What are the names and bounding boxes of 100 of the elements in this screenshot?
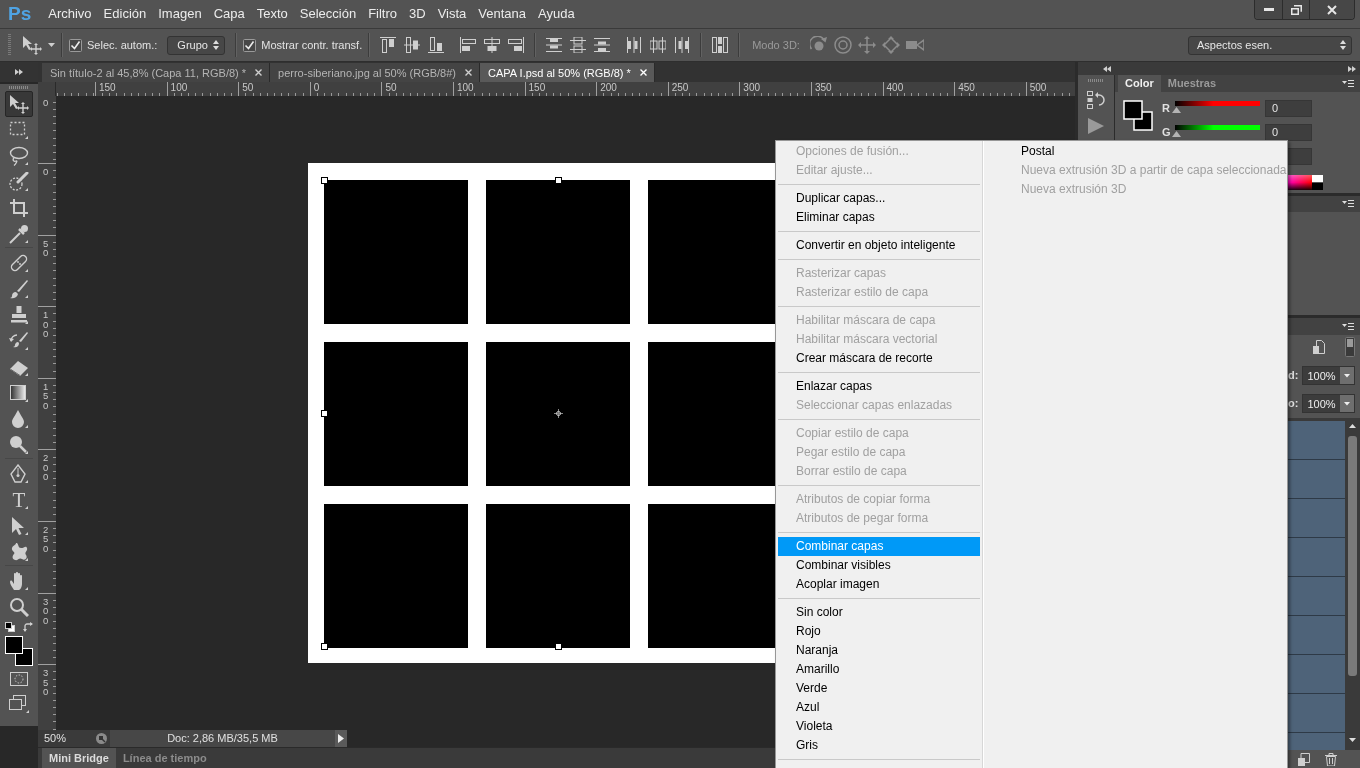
value-field[interactable]: 0 [1265,100,1312,117]
move-icon[interactable] [22,35,42,55]
align-icon[interactable] [404,37,421,53]
menu-item[interactable]: Acoplar imagen [778,575,980,594]
transform-handle[interactable] [321,643,328,650]
panel-menu-icon[interactable] [1342,79,1354,88]
arrow-button[interactable] [335,730,347,747]
panel-menu-icon[interactable] [1342,322,1354,331]
percent-field[interactable]: 100% [1302,366,1355,385]
trash-icon[interactable] [1325,752,1337,766]
menu-item[interactable]: 3D [403,4,432,24]
menu-item[interactable]: Convertir en objeto inteligente [778,236,980,255]
drop-icon [9,409,29,429]
panel-menu-icon[interactable] [1342,200,1354,208]
close-icon[interactable] [465,69,472,76]
align-icon[interactable] [508,37,525,53]
menu-item[interactable]: Imagen [152,4,208,24]
panel-tab[interactable]: Color [1118,75,1161,92]
distribute-icon[interactable] [546,37,563,53]
align-icon[interactable] [484,37,501,53]
menu-item[interactable]: Ventana [472,4,533,24]
channel-label: R [1162,101,1171,116]
ruler-label: 350 [814,82,832,93]
document-tab[interactable]: CAPA I.psd al 50% (RGB/8) * [480,63,655,82]
menu-item[interactable]: Enlazar capas [778,377,980,396]
menu-item[interactable]: Filtro [362,4,404,24]
tool-button[interactable]: T [5,487,33,513]
close-icon[interactable] [255,69,263,76]
distribute-icon[interactable] [650,37,667,53]
status-icon[interactable] [96,733,107,744]
menu-item[interactable]: Ayuda [532,4,581,24]
document-tab[interactable]: Sin título-2 al 45,8% (Capa 11, RGB/8) * [42,63,271,82]
distribute-icon[interactable] [674,37,691,53]
menu-item[interactable]: Sin color [778,603,980,622]
menu-item[interactable]: Combinar visibles [778,556,980,575]
menu-item[interactable]: Verde [778,679,980,698]
field-label: o: [1288,396,1299,411]
panel-tab[interactable]: Línea de tiempo [115,748,214,768]
menu-item[interactable]: Postal [1003,142,1287,161]
checkbox[interactable] [243,38,257,52]
menu-item[interactable]: Eliminar capas [778,208,980,227]
align-icon[interactable] [380,37,397,53]
menu-item[interactable]: Capa [207,4,251,24]
close-button[interactable] [1309,0,1354,19]
auto-align-icon[interactable] [712,37,729,53]
align-icon[interactable] [460,37,477,53]
panel-tab[interactable]: Muestras [1160,75,1224,92]
restore-button[interactable] [1282,0,1309,19]
expand-icon[interactable] [15,69,23,75]
menu-item[interactable]: Edición [97,4,153,24]
menu-item[interactable]: Violeta [778,717,980,736]
menu-item[interactable]: Rojo [778,622,980,641]
arrow-down-icon[interactable] [1349,738,1356,742]
transform-handle[interactable] [321,177,328,184]
transform-handle[interactable] [321,410,328,417]
screen-mode-icon[interactable] [9,695,29,713]
transform-handle[interactable] [555,177,562,184]
tool-button[interactable] [5,91,33,117]
workspace-dropdown[interactable]: Aspectos esen. [1188,35,1352,55]
default-colors-icon[interactable] [5,622,15,632]
caret-icon[interactable] [48,43,55,47]
menu-item[interactable]: Archivo [42,4,98,24]
collapse-icon[interactable] [1103,65,1111,72]
menu-item[interactable]: Azul [778,698,980,717]
align-icon[interactable] [428,37,445,53]
page-icon[interactable] [1313,340,1325,354]
percent-field[interactable]: 100% [1302,394,1355,413]
transform-handle[interactable] [555,643,562,650]
swap-arrows-icon[interactable] [23,622,33,632]
new-page-icon[interactable] [1298,752,1310,766]
checkbox[interactable] [69,38,82,52]
slider-thumb[interactable] [1172,131,1181,137]
group-dropdown[interactable]: Grupo [167,35,226,55]
menu-item[interactable]: Naranja [778,641,980,660]
distribute-icon[interactable] [626,37,643,53]
slider-thumb[interactable] [1172,107,1181,113]
distribute-icon[interactable] [594,37,611,53]
document-tab[interactable]: perro-siberiano.jpg al 50% (RGB/8#) [270,63,480,82]
toggle-icon[interactable] [1345,337,1355,357]
menu-item[interactable]: Selección [293,4,363,24]
scrollbar-thumb[interactable] [1348,436,1357,676]
menu-item[interactable]: Crear máscara de recorte [778,349,980,368]
color-swatch-icon[interactable] [1123,100,1153,131]
quick-mask-icon[interactable] [10,672,28,686]
play-icon[interactable] [1088,118,1104,134]
panel-tab[interactable]: Mini Bridge [42,748,116,768]
menu-item[interactable]: Amarillo [778,660,980,679]
distribute-icon[interactable] [570,37,587,53]
zoom-field[interactable]: 50% [38,730,93,747]
menu-item[interactable]: Gris [778,736,980,755]
value-field[interactable]: 0 [1265,124,1312,141]
menu-item[interactable]: Texto [250,4,294,24]
reference-point-icon[interactable] [554,409,563,418]
arrow-up-icon[interactable] [1349,424,1356,428]
menu-item[interactable]: Vista [431,4,473,24]
history-icon[interactable] [1087,91,1105,109]
minimize-button[interactable] [1255,0,1282,19]
expand-icon[interactable] [1348,65,1356,72]
menu-item[interactable]: Duplicar capas... [778,189,980,208]
color-swatch-icon[interactable] [5,636,33,666]
